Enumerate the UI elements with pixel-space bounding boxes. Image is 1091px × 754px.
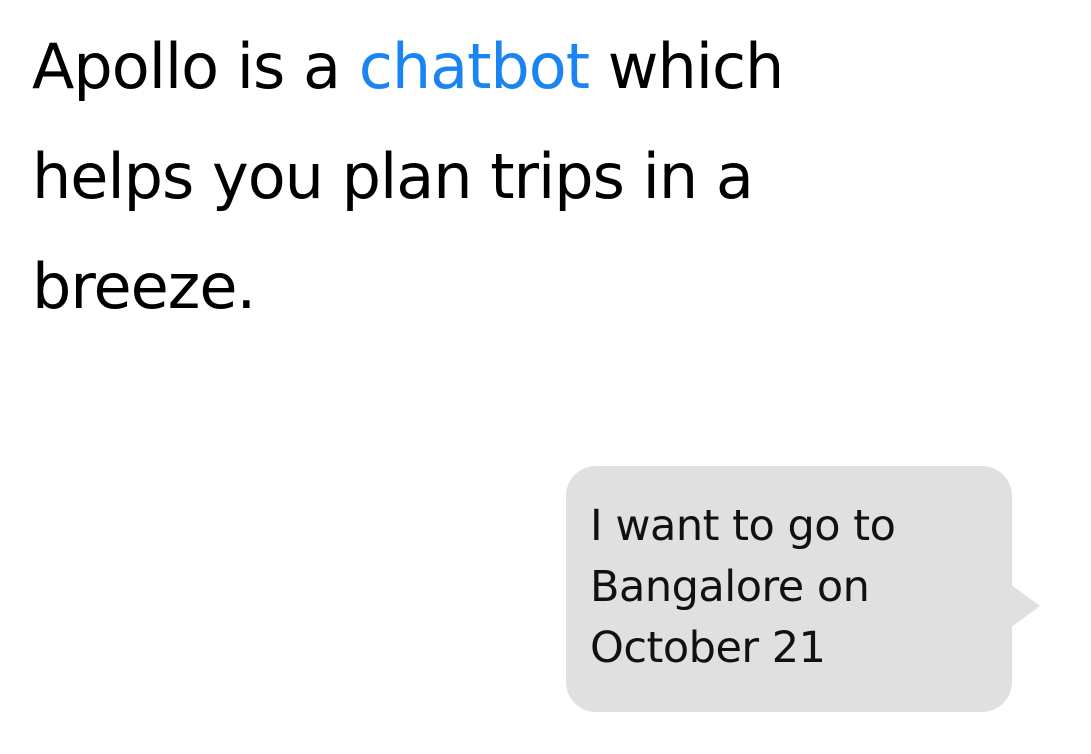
chatbot-highlight: chatbot: [358, 30, 590, 103]
headline-line-3: breeze.: [32, 250, 256, 323]
page: { "headline": { "line1_before": "Apollo …: [0, 0, 1091, 754]
chat-message-line-3: October 21: [590, 623, 826, 673]
headline-text-after: which: [589, 30, 785, 103]
chat-message-line-2: Bangalore on: [590, 562, 870, 612]
chat-message-text: I want to go to Bangalore on October 21: [590, 496, 988, 679]
headline-line-2: helps you plan trips in a: [32, 140, 754, 213]
chat-message-bubble: I want to go to Bangalore on October 21: [566, 466, 1040, 712]
chat-message-line-1: I want to go to: [590, 501, 896, 551]
headline-line-1: Apollo is a chatbot which: [32, 12, 912, 122]
headline-text-before: Apollo is a: [32, 30, 359, 103]
headline: Apollo is a chatbot which helps you plan…: [32, 12, 912, 342]
chat-bubble-tail: [1010, 584, 1040, 628]
